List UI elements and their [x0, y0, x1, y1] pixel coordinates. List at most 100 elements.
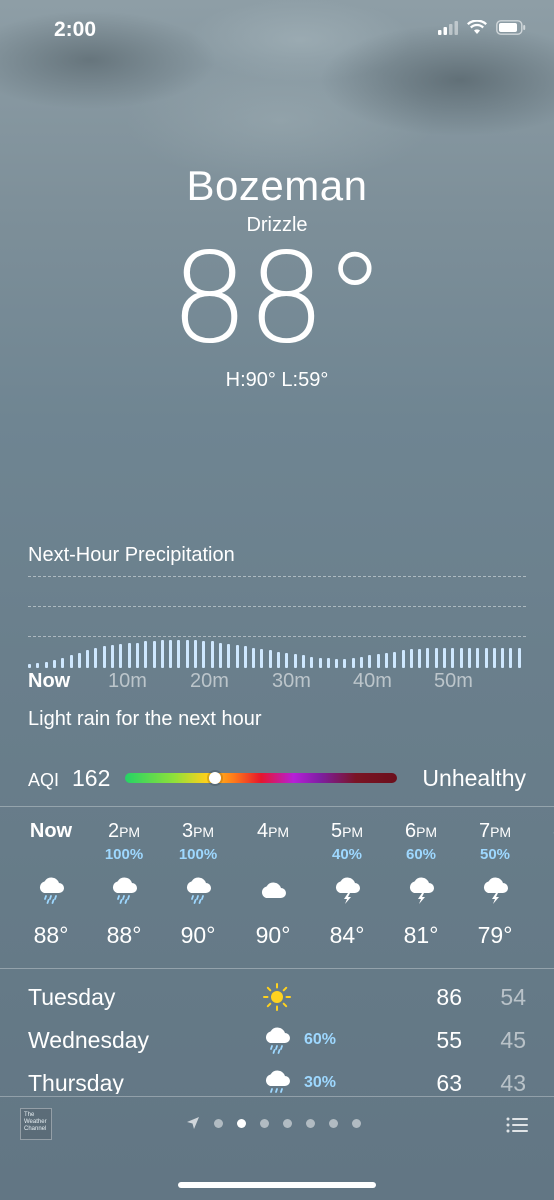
hour-label: 8PM: [532, 820, 554, 846]
precip-bar: [517, 647, 521, 668]
wifi-icon: [467, 20, 487, 34]
precip-bar: [52, 660, 56, 668]
precip-bar: [335, 659, 339, 668]
precip-bar: [277, 651, 280, 668]
precip-bar: [409, 648, 413, 668]
precip-bar: [61, 657, 65, 668]
precip-bar: [28, 664, 31, 668]
precip-bar: [227, 643, 231, 668]
cloud-icon: [236, 868, 310, 912]
axis-label-20m: 20m: [190, 670, 229, 692]
hour-pop: 100%: [178, 846, 218, 863]
day-low: 43: [500, 1070, 526, 1094]
air-quality[interactable]: AQI 162 Unhealthy: [28, 764, 526, 794]
hour-ampm: PM: [193, 824, 215, 840]
precip-bar: [326, 657, 330, 668]
precip-bar: [310, 656, 314, 668]
weather-channel-logo[interactable]: The Weather Channel: [20, 1108, 52, 1140]
divider: [0, 806, 554, 807]
home-indicator[interactable]: [178, 1182, 376, 1188]
precip-bar: [94, 647, 98, 668]
precip-bars: [28, 640, 526, 668]
precip-bar: [376, 654, 380, 668]
page-dot[interactable]: [352, 1118, 361, 1128]
precip-bar: [351, 657, 355, 668]
page-dot[interactable]: [283, 1118, 292, 1128]
hour-pop: 50%: [479, 846, 511, 863]
hour-label: 2PM: [87, 820, 161, 846]
battery-icon: [496, 20, 526, 35]
hour-column: 6PM 60% 81°: [384, 820, 458, 949]
page-dot[interactable]: [329, 1118, 338, 1128]
precip-bar: [393, 651, 397, 668]
hour-number: 5: [330, 820, 343, 842]
page-dot[interactable]: [260, 1118, 269, 1128]
status-bar: 2:00: [0, 0, 554, 60]
precip-summary: Light rain for the next hour: [28, 708, 262, 730]
precip-bar: [443, 647, 446, 668]
precip-bar: [243, 646, 247, 668]
precip-bar: [293, 654, 297, 668]
axis-label-50m: 50m: [434, 670, 473, 692]
day-low: 45: [500, 1027, 526, 1053]
hour-temp: 88°: [106, 922, 142, 948]
day-high: 63: [436, 1070, 462, 1094]
hour-column: 5PM 40% 84°: [310, 820, 384, 949]
hour-column: Now 88°: [14, 820, 88, 949]
precip-bar: [501, 647, 505, 668]
precip-bar: [384, 652, 388, 668]
page-indicator[interactable]: [186, 1116, 361, 1130]
page-dot[interactable]: [214, 1118, 223, 1128]
page-dot[interactable]: [306, 1118, 315, 1128]
hour-temp: 84°: [329, 922, 365, 948]
bottom-toolbar: The Weather Channel: [0, 1096, 554, 1156]
day-high: 55: [436, 1027, 462, 1053]
precip-bar: [260, 648, 264, 668]
high-low: H:90° L:59°: [225, 369, 329, 391]
day-row: Thursday 30% 63 43: [0, 1064, 554, 1094]
current-conditions: Bozeman Drizzle 88° H:90° L:59°: [0, 162, 554, 392]
city-name: Bozeman: [186, 162, 368, 209]
list-icon[interactable]: [506, 1116, 528, 1134]
precip-bar: [194, 640, 197, 668]
precip-gridline: [28, 636, 526, 637]
hour-column: 7PM 50% 79°: [458, 820, 532, 949]
hourly-forecast[interactable]: Now 88° 2PM 100% 88° 3PM 100% 90° 4PM 90…: [0, 820, 554, 960]
precip-bar: [210, 641, 214, 668]
hour-label: 7PM: [458, 820, 532, 846]
precip-bar: [135, 642, 139, 668]
precip-bar: [252, 647, 256, 668]
hour-label: 5PM: [310, 820, 384, 846]
precip-bar: [119, 643, 123, 668]
rain-cloud-icon: [262, 1068, 292, 1094]
aqi-label: AQI: [28, 770, 60, 790]
aqi-category: Unhealthy: [422, 765, 526, 791]
hour-label: 3PM: [161, 820, 235, 846]
precip-bar: [102, 646, 106, 668]
precip-bar: [343, 659, 347, 668]
precip-gridline: [28, 576, 526, 577]
precip-bar: [484, 647, 488, 668]
hour-column: 3PM 100% 90°: [161, 820, 235, 949]
current-temperature: 88°: [170, 227, 386, 371]
precip-bar: [77, 652, 81, 668]
precip-bar: [418, 648, 422, 668]
hour-number: 2: [107, 820, 120, 842]
precip-bar: [434, 647, 438, 668]
axis-label-10m: 10m: [108, 670, 147, 692]
precip-bar: [285, 652, 289, 668]
hour-label: 6PM: [384, 820, 458, 846]
precip-bar: [235, 645, 239, 668]
hour-pop: 40%: [331, 846, 363, 863]
rain-cloud-icon: [262, 1025, 292, 1060]
precip-bar: [401, 650, 405, 668]
precip-bar: [111, 645, 114, 668]
day-pop: 60%: [304, 1031, 337, 1048]
page-dot-active[interactable]: [237, 1118, 246, 1128]
divider: [0, 968, 554, 969]
precip-bar: [492, 647, 496, 668]
hour-label: Now: [29, 820, 73, 842]
daily-forecast[interactable]: Tuesday 86 54 Wednesday 60% 55 45 Thursd…: [0, 978, 554, 1094]
signal-icon: [438, 20, 458, 35]
day-low: 54: [500, 984, 526, 1010]
